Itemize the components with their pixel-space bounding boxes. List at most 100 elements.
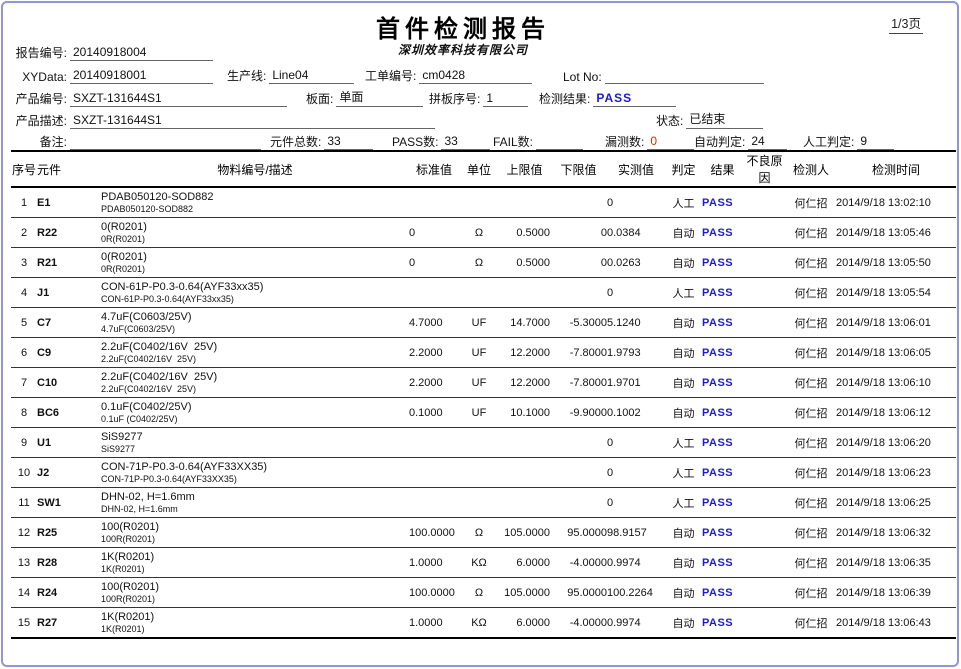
missed-count-label: 漏测数: [605, 133, 647, 150]
cell-lower-limit: -7.8000 [550, 338, 607, 368]
cell-component: C10 [37, 368, 101, 398]
col-header-result: 结果 [702, 151, 743, 187]
cell-defect-reason [743, 578, 786, 608]
cell-defect-reason [743, 218, 786, 248]
lot-no-value [605, 68, 764, 84]
cell-defect-reason [743, 548, 786, 578]
cell-result: PASS [702, 248, 743, 278]
col-header-material-desc: 物料编号/描述 [101, 151, 409, 187]
cell-no: 2 [11, 218, 37, 248]
cell-no: 13 [11, 548, 37, 578]
table-row: 4 J1 CON-61P-P0.3-0.64(AYF33xx35) CON-61… [11, 278, 956, 308]
cell-inspect-time: 2014/9/18 13:05:54 [836, 278, 956, 308]
inspection-result-label: 检测结果: [539, 90, 593, 107]
col-header-no: 序号 [11, 151, 37, 187]
cell-result: PASS [702, 398, 743, 428]
cell-lower-limit [550, 278, 607, 308]
cell-unit: Ω [459, 578, 499, 608]
cell-upper-limit: 12.2000 [499, 368, 550, 398]
cell-result: PASS [702, 578, 743, 608]
table-row: 11 SW1 DHN-02, H=1.6mm DHN-02, H=1.6mm 0… [11, 488, 956, 518]
work-order-value: cm0428 [419, 68, 532, 84]
material-code: 0(R0201) [101, 221, 409, 234]
panel-index-value: 1 [483, 91, 528, 107]
material-code: SiS9277 [101, 431, 409, 444]
cell-standard [409, 187, 459, 218]
cell-inspector: 何仁招 [786, 428, 836, 458]
cell-standard: 0.1000 [409, 398, 459, 428]
fail-count-value [536, 134, 583, 150]
pass-count-value: 33 [441, 134, 490, 150]
material-desc: PDAB050120-SOD882 [101, 204, 409, 215]
cell-no: 9 [11, 428, 37, 458]
status-value: 已结束 [686, 110, 763, 129]
cell-inspector: 何仁招 [786, 578, 836, 608]
total-count-label: 元件总数: [270, 133, 324, 150]
cell-inspector: 何仁招 [786, 488, 836, 518]
cell-inspector: 何仁招 [786, 308, 836, 338]
field-product-desc: 产品描述: SXZT-131644S1 [11, 111, 435, 129]
cell-upper-limit: 6.0000 [499, 548, 550, 578]
cell-lower-limit [550, 187, 607, 218]
cell-judge-mode: 自动 [665, 608, 702, 639]
cell-judge-mode: 自动 [665, 368, 702, 398]
pass-count-label: PASS数: [392, 133, 441, 150]
material-code: 100(R0201) [101, 581, 409, 594]
cell-upper-limit [499, 488, 550, 518]
cell-result: PASS [702, 548, 743, 578]
cell-material-desc: 1K(R0201) 1K(R0201) [101, 548, 409, 578]
cell-upper-limit [499, 458, 550, 488]
cell-defect-reason [743, 248, 786, 278]
cell-standard: 1.0000 [409, 548, 459, 578]
cell-unit [459, 488, 499, 518]
cell-material-desc: PDAB050120-SOD882 PDAB050120-SOD882 [101, 187, 409, 218]
cell-inspector: 何仁招 [786, 458, 836, 488]
material-code: 1K(R0201) [101, 551, 409, 564]
cell-result: PASS [702, 608, 743, 639]
field-pass-count: PASS数: 33 [392, 132, 490, 150]
cell-inspector: 何仁招 [786, 368, 836, 398]
cell-judge-mode: 自动 [665, 338, 702, 368]
cell-lower-limit: 0 [550, 248, 607, 278]
material-desc: 0R(R0201) [101, 264, 409, 275]
col-header-lower-limit: 下限值 [550, 151, 607, 187]
cell-result: PASS [702, 278, 743, 308]
table-row: 12 R25 100(R0201) 100R(R0201) 100.0000 Ω… [11, 518, 956, 548]
cell-lower-limit: 0 [550, 218, 607, 248]
cell-unit: UF [459, 368, 499, 398]
field-total-count: 元件总数: 33 [270, 132, 373, 150]
cell-material-desc: CON-71P-P0.3-0.64(AYF33XX35) CON-71P-P0.… [101, 458, 409, 488]
cell-measured: 0.9974 [607, 548, 665, 578]
field-missed-count: 漏测数: 0 [605, 132, 694, 150]
cell-judge-mode: 自动 [665, 248, 702, 278]
cell-standard: 1.0000 [409, 608, 459, 639]
cell-standard [409, 278, 459, 308]
cell-result: PASS [702, 368, 743, 398]
cell-measured: 0.0384 [607, 218, 665, 248]
cell-measured: 0 [607, 428, 665, 458]
cell-inspect-time: 2014/9/18 13:06:01 [836, 308, 956, 338]
cell-standard: 2.2000 [409, 338, 459, 368]
cell-lower-limit: -9.9000 [550, 398, 607, 428]
cell-upper-limit: 0.5000 [499, 248, 550, 278]
material-code: 2.2uF(C0402/16V 25V) [101, 341, 409, 354]
cell-judge-mode: 人工 [665, 458, 702, 488]
cell-unit: Ω [459, 218, 499, 248]
cell-upper-limit: 105.0000 [499, 578, 550, 608]
cell-inspector: 何仁招 [786, 548, 836, 578]
material-desc: SiS9277 [101, 444, 409, 455]
cell-measured: 0 [607, 488, 665, 518]
cell-inspector: 何仁招 [786, 218, 836, 248]
cell-component: J2 [37, 458, 101, 488]
cell-material-desc: 2.2uF(C0402/16V 25V) 2.2uF(C0402/16V 25V… [101, 338, 409, 368]
report-no-value: 20140918004 [70, 45, 213, 61]
cell-inspect-time: 2014/9/18 13:06:20 [836, 428, 956, 458]
cell-measured: 0.1002 [607, 398, 665, 428]
auto-judge-label: 自动判定: [694, 133, 748, 150]
cell-component: R27 [37, 608, 101, 639]
report-no-label: 报告编号: [11, 44, 70, 61]
results-tbody: 1 E1 PDAB050120-SOD882 PDAB050120-SOD882… [11, 187, 956, 638]
cell-defect-reason [743, 608, 786, 639]
status-label: 状态: [656, 112, 686, 129]
cell-defect-reason [743, 278, 786, 308]
